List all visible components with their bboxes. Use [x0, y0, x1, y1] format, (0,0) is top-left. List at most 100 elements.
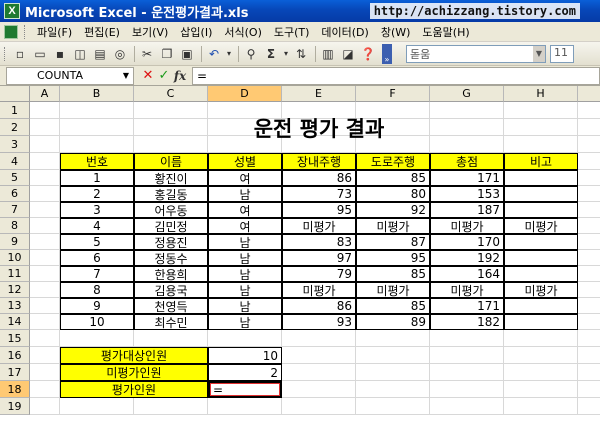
row-header-9[interactable]: 9	[0, 234, 30, 250]
table-cell[interactable]	[504, 234, 578, 250]
name-box[interactable]: COUNTA ▼	[6, 66, 134, 85]
grid-cell[interactable]	[578, 347, 600, 364]
table-cell[interactable]: 83	[282, 234, 356, 250]
menu-view[interactable]: 보기(V)	[126, 24, 174, 40]
column-header-h[interactable]: H	[504, 86, 578, 102]
grid-cell[interactable]	[30, 250, 60, 266]
grid-cell[interactable]	[30, 218, 60, 234]
table-cell[interactable]: 미평가	[504, 282, 578, 298]
preview-icon[interactable]: ◎	[111, 45, 129, 63]
undo-icon[interactable]: ↶	[205, 45, 223, 63]
autosum-icon[interactable]: Σ	[262, 45, 280, 63]
menu-insert[interactable]: 삽입(I)	[174, 24, 218, 40]
header-cell[interactable]: 번호	[60, 153, 134, 170]
cut-icon[interactable]: ✂	[138, 45, 156, 63]
grid-cell[interactable]	[430, 381, 504, 398]
grid-cell[interactable]	[578, 202, 600, 218]
grid-cell[interactable]	[578, 381, 600, 398]
grid-cell[interactable]	[30, 282, 60, 298]
table-cell[interactable]: 92	[356, 202, 430, 218]
grid-cell[interactable]	[578, 170, 600, 186]
grid-cell[interactable]	[282, 364, 356, 381]
grid-cell[interactable]	[578, 102, 600, 119]
grid-cell[interactable]	[578, 218, 600, 234]
grid-cell[interactable]	[30, 347, 60, 364]
table-cell[interactable]: 남	[208, 250, 282, 266]
table-cell[interactable]: 2	[60, 186, 134, 202]
grid-cell[interactable]	[504, 381, 578, 398]
table-cell[interactable]: 93	[282, 314, 356, 330]
menu-help[interactable]: 도움말(H)	[416, 24, 475, 40]
table-cell[interactable]: 86	[282, 170, 356, 186]
summary-value[interactable]: 2	[208, 364, 282, 381]
row-header-19[interactable]: 19	[0, 398, 30, 415]
table-cell[interactable]: 10	[60, 314, 134, 330]
grid-cell[interactable]	[578, 282, 600, 298]
help-icon[interactable]: ❓	[359, 45, 377, 63]
grid-cell[interactable]	[504, 364, 578, 381]
grid-cell[interactable]	[208, 330, 282, 347]
menu-window[interactable]: 창(W)	[375, 24, 417, 40]
grid-cell[interactable]	[504, 330, 578, 347]
column-header-a[interactable]: A	[30, 86, 60, 102]
table-cell[interactable]: 남	[208, 234, 282, 250]
grid-cell[interactable]	[430, 398, 504, 415]
grid-cell[interactable]	[30, 381, 60, 398]
copy-icon[interactable]: ❐	[158, 45, 176, 63]
table-cell[interactable]: 79	[282, 266, 356, 282]
table-cell[interactable]: 어우동	[134, 202, 208, 218]
grid-cell[interactable]	[30, 234, 60, 250]
column-header-b[interactable]: B	[60, 86, 134, 102]
sheet-title[interactable]: 운전 평가 결과	[60, 102, 578, 154]
header-cell[interactable]: 성별	[208, 153, 282, 170]
open-icon[interactable]: ▭	[31, 45, 49, 63]
row-header-3[interactable]: 3	[0, 136, 30, 153]
table-cell[interactable]: 미평가	[430, 218, 504, 234]
print-icon[interactable]: ▤	[91, 45, 109, 63]
grid-cell[interactable]	[282, 398, 356, 415]
sort-icon[interactable]: ⇅	[292, 45, 310, 63]
grid-cell[interactable]	[30, 202, 60, 218]
summary-value[interactable]: 10	[208, 347, 282, 364]
grid-cell[interactable]	[134, 398, 208, 415]
table-cell[interactable]: 97	[282, 250, 356, 266]
table-cell[interactable]: 170	[430, 234, 504, 250]
table-cell[interactable]: 남	[208, 282, 282, 298]
row-header-10[interactable]: 10	[0, 250, 30, 266]
save-icon[interactable]: ▪	[51, 45, 69, 63]
table-cell[interactable]: 73	[282, 186, 356, 202]
table-cell[interactable]: 192	[430, 250, 504, 266]
table-cell[interactable]: 7	[60, 266, 134, 282]
table-cell[interactable]: 4	[60, 218, 134, 234]
table-cell[interactable]: 164	[430, 266, 504, 282]
table-cell[interactable]: 6	[60, 250, 134, 266]
table-cell[interactable]: 천영득	[134, 298, 208, 314]
table-cell[interactable]: 85	[356, 266, 430, 282]
name-box-dropdown-icon[interactable]: ▼	[120, 69, 132, 83]
new-icon[interactable]: ▫	[11, 45, 29, 63]
grid-cell[interactable]	[134, 330, 208, 347]
table-cell[interactable]: 한용희	[134, 266, 208, 282]
grid-cell[interactable]	[282, 330, 356, 347]
menu-data[interactable]: 데이터(D)	[315, 24, 374, 40]
font-size-box[interactable]: 11	[550, 44, 574, 63]
table-cell[interactable]: 황진이	[134, 170, 208, 186]
grid-cell[interactable]	[578, 364, 600, 381]
menu-tools[interactable]: 도구(T)	[268, 24, 316, 40]
table-cell[interactable]: 171	[430, 170, 504, 186]
grid-cell[interactable]	[578, 136, 600, 153]
grid-cell[interactable]	[356, 381, 430, 398]
font-dropdown-icon[interactable]: ▼	[533, 45, 545, 62]
row-header-5[interactable]: 5	[0, 170, 30, 186]
header-cell[interactable]: 장내주행	[282, 153, 356, 170]
header-cell[interactable]: 이름	[134, 153, 208, 170]
row-header-11[interactable]: 11	[0, 266, 30, 282]
grid-cell[interactable]	[60, 398, 134, 415]
select-all-corner[interactable]	[0, 86, 30, 102]
table-cell[interactable]: 남	[208, 298, 282, 314]
table-cell[interactable]: 171	[430, 298, 504, 314]
summary-label[interactable]: 평가인원	[60, 381, 208, 398]
table-cell[interactable]: 9	[60, 298, 134, 314]
grid-cell[interactable]	[30, 136, 60, 153]
grid-cell[interactable]	[504, 347, 578, 364]
